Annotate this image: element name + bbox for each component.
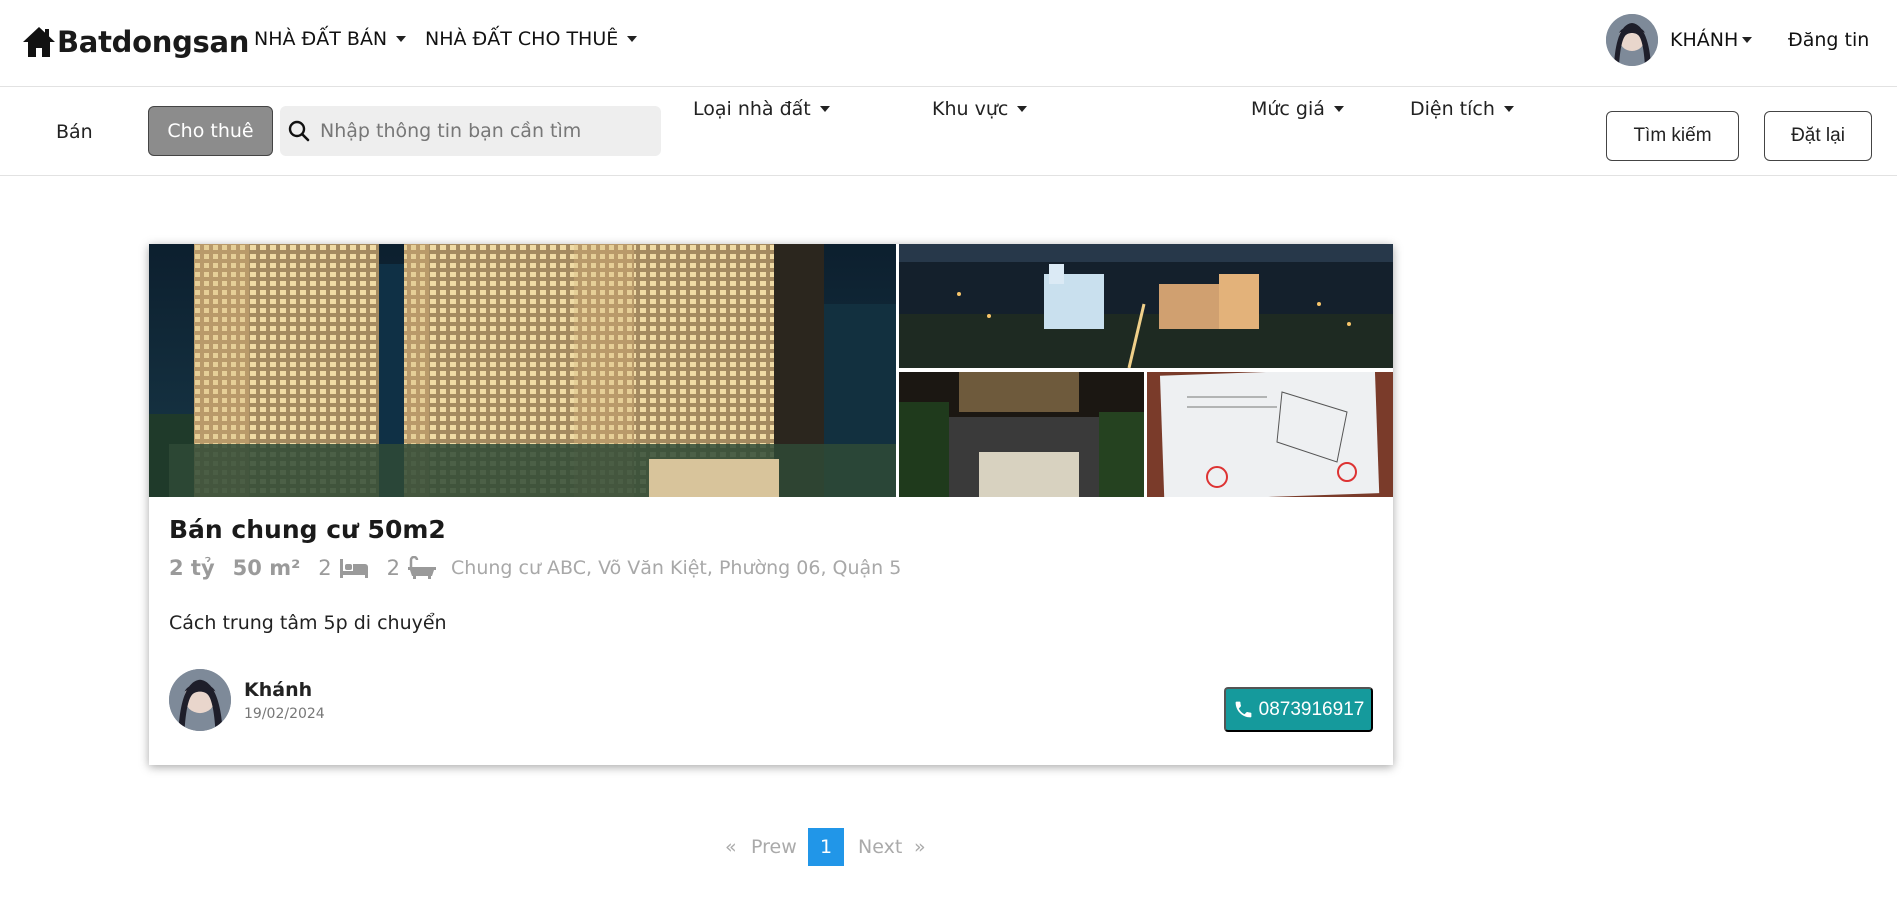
area-region-dropdown[interactable]: Khu vực [932,98,1028,120]
search-box [280,106,661,156]
brand-logo[interactable]: Batdongsan [22,24,249,60]
search-input[interactable] [320,120,650,142]
post-listing-link[interactable]: Đăng tin [1788,29,1869,51]
listing-bedrooms: 2 [318,556,332,580]
caret-down-icon [1017,106,1028,112]
listing-meta: 2 tỷ 50 m² 2 2 Chung cư ABC, Võ Văn Kiệt… [169,556,901,580]
last-page-link[interactable]: » [914,828,926,866]
price-range-dropdown[interactable]: Mức giá [1251,98,1344,120]
listing-price: 2 tỷ [169,556,215,580]
listing-bathrooms: 2 [386,556,401,580]
top-navbar: Batdongsan NHÀ ĐẤT BÁN NHÀ ĐẤT CHO THUÊ … [0,0,1897,87]
tab-rent[interactable]: Cho thuê [148,106,273,156]
size-dropdown[interactable]: Diện tích [1410,98,1514,120]
user-menu[interactable]: KHÁNH [1606,14,1753,66]
nav-sell-dropdown[interactable]: NHÀ ĐẤT BÁN [254,28,407,50]
listing-address: Chung cư ABC, Võ Văn Kiệt, Phường 06, Qu… [451,557,902,579]
listing-title[interactable]: Bán chung cư 50m2 [169,515,446,544]
author-avatar [169,669,231,731]
nav-rent-dropdown[interactable]: NHÀ ĐẤT CHO THUÊ [425,28,638,50]
property-type-label: Loại nhà đất [693,98,811,120]
gallery-photo-document[interactable] [1147,372,1393,497]
price-range-label: Mức giá [1251,98,1325,120]
listing-gallery[interactable] [149,244,1393,497]
gallery-photo-aerial[interactable] [899,244,1393,368]
listing-description: Cách trung tâm 5p di chuyển [169,612,447,634]
posted-date: 19/02/2024 [244,705,325,722]
page-1-link[interactable]: 1 [808,828,844,866]
caret-down-icon [396,36,407,42]
area-region-label: Khu vực [932,98,1009,120]
tab-sell[interactable]: Bán [56,121,93,143]
reset-button[interactable]: Đặt lại [1764,111,1872,161]
nav-sell-label: NHÀ ĐẤT BÁN [254,28,388,50]
search-button[interactable]: Tìm kiếm [1606,111,1739,161]
phone-icon [1235,701,1252,718]
listing-area: 50 m² [232,556,301,580]
nav-rent-label: NHÀ ĐẤT CHO THUÊ [425,28,619,50]
caret-down-icon [1503,106,1514,112]
listing-author: Khánh 19/02/2024 [169,669,325,731]
brand-name: Batdongsan [57,25,250,59]
caret-down-icon [819,106,830,112]
gallery-main-photo[interactable] [149,244,896,497]
home-icon [23,27,55,57]
filter-bar: Bán Cho thuê Loại nhà đất Khu vực Mức gi… [0,88,1897,176]
author-name: Khánh [244,678,313,701]
next-page-link[interactable]: Next [858,828,902,866]
author-info: Khánh 19/02/2024 [244,679,325,722]
prev-page-link[interactable]: Prew [751,828,797,866]
gallery-photo-entrance[interactable] [899,372,1144,497]
caret-down-icon [1333,106,1344,112]
phone-number: 0873916917 [1258,698,1365,720]
bath-icon [408,556,437,579]
property-type-dropdown[interactable]: Loại nhà đất [693,98,830,120]
size-label: Diện tích [1410,98,1495,120]
caret-down-icon [1742,37,1753,43]
bed-icon [339,559,368,578]
phone-button[interactable]: 0873916917 [1224,687,1373,732]
listing-card[interactable]: Bán chung cư 50m2 2 tỷ 50 m² 2 2 Chung c… [149,244,1393,765]
user-avatar [1606,14,1658,66]
caret-down-icon [627,36,638,42]
first-page-link[interactable]: « [725,828,737,866]
user-name: KHÁNH [1670,29,1739,51]
search-icon [288,120,310,142]
